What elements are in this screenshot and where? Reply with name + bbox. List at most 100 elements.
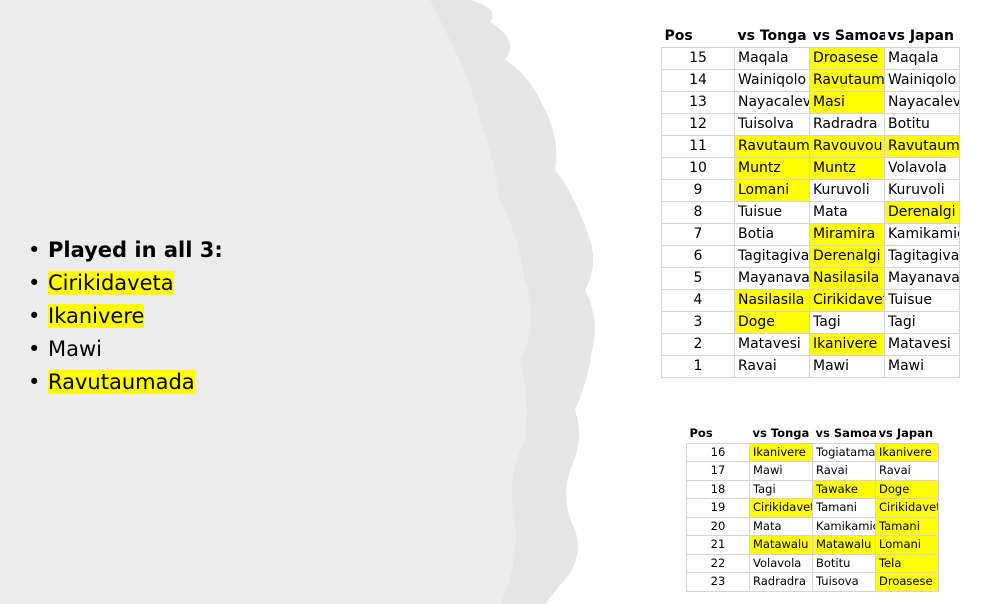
- table-row: 12 Tuisolva Radradra Botitu: [661, 113, 960, 136]
- player-cell: Droasese: [875, 572, 939, 592]
- column-header: vs Japan: [875, 425, 939, 444]
- player-cell: Cirikidaveta: [875, 498, 939, 518]
- bullet-marker: •: [28, 304, 41, 328]
- player-cell: Kamikamica: [884, 223, 960, 246]
- table-row: 15 Maqala Droasese Maqala: [661, 47, 960, 70]
- bullet-item: • Ravutaumada: [28, 366, 223, 399]
- player-cell: Matavesi: [734, 333, 810, 356]
- player-cell: Volavola: [884, 157, 960, 180]
- table-row: 3 Doge Tagi Tagi: [661, 311, 960, 334]
- table-row: 21 Matawalu Matawalu Lomani: [686, 535, 939, 555]
- position-cell: 23: [686, 572, 750, 592]
- player-cell: Tamani: [812, 498, 876, 518]
- table-row: 1 Ravai Mawi Mawi: [661, 355, 960, 378]
- player-cell: Tamani: [875, 516, 939, 536]
- bullet-text: Ravutaumada: [48, 370, 195, 394]
- player-cell: Botitu: [812, 553, 876, 573]
- position-cell: 11: [661, 135, 735, 158]
- player-cell: Ravutaumada: [884, 135, 960, 158]
- player-cell: Matawalu: [749, 535, 813, 555]
- bench-lineup-table: Pos vs Tonga vs Samoa vs Japan 16 Ikanivere T…: [686, 425, 939, 592]
- player-cell: Tuisue: [884, 289, 960, 312]
- bullet-marker: •: [28, 238, 41, 262]
- player-cell: Botitu: [884, 113, 960, 136]
- position-cell: 13: [661, 91, 735, 114]
- position-cell: 9: [661, 179, 735, 202]
- player-cell: Tela: [875, 553, 939, 573]
- position-cell: 18: [686, 479, 750, 499]
- player-cell: Maqala: [884, 47, 960, 70]
- table-row: 17 Mawi Ravai Ravai: [686, 461, 939, 481]
- player-cell: Tawake: [812, 479, 876, 499]
- bullet-text: Cirikidaveta: [48, 271, 174, 295]
- player-cell: Ravutaumada: [809, 69, 885, 92]
- bullet-item: • Mawi: [28, 333, 223, 366]
- player-cell: Tagi: [884, 311, 960, 334]
- table-row: 9 Lomani Kuruvoli Kuruvoli: [661, 179, 960, 202]
- player-cell: Tagi: [809, 311, 885, 334]
- player-cell: Tagitagivalu: [734, 245, 810, 268]
- column-header: vs Samoa: [809, 26, 885, 48]
- table-row: 2 Matavesi Ikanivere Matavesi: [661, 333, 960, 356]
- position-cell: 16: [686, 442, 750, 462]
- table-header-row: Pos vs Tonga vs Samoa vs Japan: [686, 425, 939, 444]
- position-cell: 4: [661, 289, 735, 312]
- position-cell: 8: [661, 201, 735, 224]
- player-cell: Mata: [749, 516, 813, 536]
- table-row: 5MayanavanuaNasilasilaMayanavanua: [661, 267, 960, 290]
- table-row: 13NayacalevuMasiNayacalevu: [661, 91, 960, 114]
- player-cell: Togiatama: [812, 442, 876, 462]
- player-cell: Nayacalevu: [734, 91, 810, 114]
- player-cell: Mata: [809, 201, 885, 224]
- player-cell: Mawi: [749, 461, 813, 481]
- table-row: 10 Muntz Muntz Volavola: [661, 157, 960, 180]
- player-cell: Botia: [734, 223, 810, 246]
- position-cell: 21: [686, 535, 750, 555]
- player-cell: Tagitagivalu: [884, 245, 960, 268]
- player-cell: Ravutaumada: [734, 135, 810, 158]
- player-cell: Mayanavanua: [734, 267, 810, 290]
- table-row: 7BotiaMiramiraKamikamica: [661, 223, 960, 246]
- table-row: 8 Tuisue Mata Derenalgi: [661, 201, 960, 224]
- player-cell: Matavesi: [884, 333, 960, 356]
- bullet-text: Mawi: [48, 337, 102, 361]
- player-cell: Matawalu: [812, 535, 876, 555]
- position-cell: 14: [661, 69, 735, 92]
- table-row: 22 Volavola Botitu Tela: [686, 553, 939, 573]
- player-cell: Ikanivere: [875, 442, 939, 462]
- bullet-marker: •: [28, 271, 41, 295]
- position-cell: 2: [661, 333, 735, 356]
- player-cell: Nayacalevu: [884, 91, 960, 114]
- player-cell: Kuruvoli: [809, 179, 885, 202]
- player-cell: Tuisue: [734, 201, 810, 224]
- position-cell: 5: [661, 267, 735, 290]
- player-cell: Ravai: [812, 461, 876, 481]
- player-cell: Cirikidaveta: [809, 289, 885, 312]
- table-row: 20MataKamikamicaTamani: [686, 516, 939, 536]
- position-cell: 3: [661, 311, 735, 334]
- bullet-list: • Played in all 3: • Cirikidaveta • Ikanivere…: [28, 234, 223, 399]
- table-row: 11RavutaumadaRavouvouRavutaumada: [661, 135, 960, 158]
- player-cell: Kuruvoli: [884, 179, 960, 202]
- table-row: 23 Radradra Tuisova Droasese: [686, 572, 939, 592]
- position-cell: 22: [686, 553, 750, 573]
- player-cell: Miramira: [809, 223, 885, 246]
- player-cell: Doge: [875, 479, 939, 499]
- bullet-text: Played in all 3:: [48, 238, 223, 262]
- player-cell: Nasilasila: [734, 289, 810, 312]
- player-cell: Masi: [809, 91, 885, 114]
- table-row: 6TagitagivaluDerenalgiTagitagivalu: [661, 245, 960, 268]
- column-header: vs Tonga: [749, 425, 813, 444]
- player-cell: Wainiqolo: [734, 69, 810, 92]
- player-cell: Derenalgi: [809, 245, 885, 268]
- player-cell: Maqala: [734, 47, 810, 70]
- column-header: Pos: [661, 26, 735, 48]
- table-row: 16 Ikanivere Togiatama Ikanivere: [686, 442, 939, 462]
- position-cell: 20: [686, 516, 750, 536]
- player-cell: Radradra: [749, 572, 813, 592]
- position-cell: 12: [661, 113, 735, 136]
- player-cell: Ikanivere: [749, 442, 813, 462]
- player-cell: Volavola: [749, 553, 813, 573]
- player-cell: Kamikamica: [812, 516, 876, 536]
- starting-lineup-table: Pos vs Tonga vs Samoa vs Japan 15 Maqala Droa…: [661, 26, 960, 378]
